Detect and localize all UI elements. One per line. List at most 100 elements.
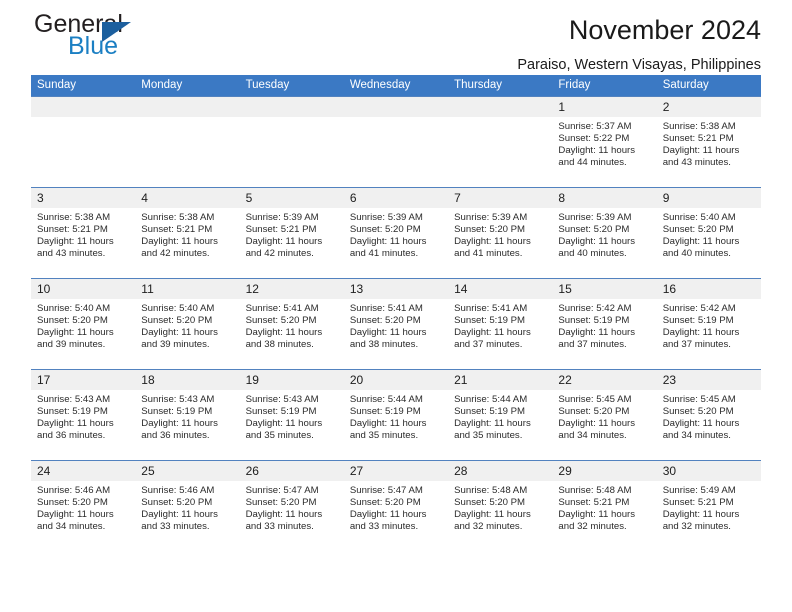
daylight-text: Daylight: 11 hours and 43 minutes. (662, 145, 740, 169)
calendar-day-cell[interactable]: 9 Sunrise: 5:40 AM Sunset: 5:20 PM Daylight… (656, 187, 761, 279)
calendar-week-row: 10 Sunrise: 5:40 AM Sunset: 5:20 PM Dayligh… (31, 278, 761, 370)
sunset-text: Sunset: 5:19 PM (662, 315, 734, 327)
page-title: November 2024 (568, 15, 761, 45)
daylight-text: Daylight: 11 hours and 35 minutes. (349, 418, 427, 442)
sunset-text: Sunset: 5:21 PM (141, 224, 213, 236)
sunset-text: Sunset: 5:20 PM (662, 224, 734, 236)
daylight-text: Daylight: 11 hours and 43 minutes. (37, 236, 114, 260)
sunset-text: Sunset: 5:20 PM (349, 224, 421, 236)
calendar-day-cell[interactable]: 26 Sunrise: 5:47 AM Sunset: 5:20 PM Dayligh… (239, 460, 344, 551)
calendar-day-cell[interactable]: 23 Sunrise: 5:45 AM Sunset: 5:20 PM Dayligh… (656, 369, 761, 461)
day-details: Sunrise: 5:43 AM Sunset: 5:19 PM Daylight:… (135, 390, 239, 442)
daylight-text: Daylight: 11 hours and 40 minutes. (558, 236, 636, 260)
page-subtitle: Paraiso, Western Visayas, Philippines (517, 57, 761, 73)
weekday-header-sunday: Sunday (31, 75, 136, 97)
calendar-week-row: 3 Sunrise: 5:38 AM Sunset: 5:21 PM Daylight… (31, 187, 761, 279)
calendar-day-cell[interactable]: 27 Sunrise: 5:47 AM Sunset: 5:20 PM Dayligh… (343, 460, 449, 551)
day-number: 30 (656, 461, 761, 481)
calendar-day-cell[interactable]: 20 Sunrise: 5:44 AM Sunset: 5:19 PM Dayligh… (343, 369, 449, 461)
sunset-text: Sunset: 5:20 PM (245, 497, 317, 509)
sunset-text: Sunset: 5:20 PM (37, 497, 108, 509)
sunrise-text: Sunrise: 5:43 AM (245, 394, 319, 405)
day-details: Sunrise: 5:45 AM Sunset: 5:20 PM Daylight:… (552, 390, 656, 442)
calendar-day-cell[interactable]: 5 Sunrise: 5:39 AM Sunset: 5:21 PM Daylight… (239, 187, 344, 279)
page-header: General Blue November 2024 Paraiso, West… (31, 0, 761, 74)
daylight-text: Daylight: 11 hours and 32 minutes. (454, 509, 531, 533)
day-number: 13 (343, 279, 449, 299)
calendar-day-cell[interactable]: 15 Sunrise: 5:42 AM Sunset: 5:19 PM Dayligh… (552, 278, 657, 370)
title-block: November 2024 Paraiso, Western Visayas, … (517, 0, 761, 74)
calendar-day-cell[interactable]: 3 Sunrise: 5:38 AM Sunset: 5:21 PM Daylight… (31, 187, 136, 279)
sunrise-text: Sunrise: 5:47 AM (349, 485, 423, 496)
calendar-day-cell[interactable]: 19 Sunrise: 5:43 AM Sunset: 5:19 PM Dayligh… (239, 369, 344, 461)
calendar-day-cell[interactable]: 4 Sunrise: 5:38 AM Sunset: 5:21 PM Daylight… (135, 187, 240, 279)
calendar-table: Sunday Monday Tuesday Wednesday Thursday… (31, 75, 761, 551)
calendar-day-cell[interactable]: 29 Sunrise: 5:48 AM Sunset: 5:21 PM Dayligh… (552, 460, 657, 551)
sunrise-text: Sunrise: 5:42 AM (558, 303, 632, 314)
calendar-day-cell[interactable]: 28 Sunrise: 5:48 AM Sunset: 5:20 PM Dayligh… (448, 460, 553, 551)
sunset-text: Sunset: 5:21 PM (558, 497, 630, 509)
day-details: Sunrise: 5:41 AM Sunset: 5:20 PM Daylight:… (344, 299, 448, 351)
daylight-text: Daylight: 11 hours and 41 minutes. (454, 236, 531, 260)
calendar-day-cell[interactable]: 18 Sunrise: 5:43 AM Sunset: 5:19 PM Dayligh… (135, 369, 240, 461)
calendar-day-cell[interactable]: 25 Sunrise: 5:46 AM Sunset: 5:20 PM Dayligh… (135, 460, 240, 551)
sunrise-text: Sunrise: 5:40 AM (141, 303, 215, 314)
day-number: 4 (135, 188, 240, 208)
day-number: 11 (135, 279, 240, 299)
weekday-header-wednesday: Wednesday (343, 75, 449, 97)
sunrise-text: Sunrise: 5:41 AM (454, 303, 528, 314)
day-details: Sunrise: 5:40 AM Sunset: 5:20 PM Daylight:… (657, 208, 761, 260)
day-number: 15 (552, 279, 657, 299)
calendar-day-cell[interactable]: 12 Sunrise: 5:41 AM Sunset: 5:20 PM Dayligh… (239, 278, 344, 370)
day-number: 24 (31, 461, 136, 481)
day-number: 28 (448, 461, 553, 481)
daylight-text: Daylight: 11 hours and 32 minutes. (558, 509, 636, 533)
day-number: 10 (31, 279, 136, 299)
daylight-text: Daylight: 11 hours and 44 minutes. (558, 145, 636, 169)
sunset-text: Sunset: 5:19 PM (454, 406, 526, 418)
calendar-day-cell[interactable]: 11 Sunrise: 5:40 AM Sunset: 5:20 PM Dayligh… (135, 278, 240, 370)
sunrise-text: Sunrise: 5:49 AM (662, 485, 736, 496)
day-details: Sunrise: 5:39 AM Sunset: 5:21 PM Daylight:… (240, 208, 344, 260)
calendar-day-cell[interactable]: 14 Sunrise: 5:41 AM Sunset: 5:19 PM Dayligh… (448, 278, 553, 370)
day-number: 22 (552, 370, 657, 390)
sunrise-text: Sunrise: 5:44 AM (454, 394, 528, 405)
day-number: 9 (656, 188, 761, 208)
day-number: 8 (552, 188, 657, 208)
daylight-text: Daylight: 11 hours and 42 minutes. (245, 236, 323, 260)
calendar-day-cell-empty (343, 96, 449, 188)
calendar-day-cell[interactable]: 7 Sunrise: 5:39 AM Sunset: 5:20 PM Daylight… (448, 187, 553, 279)
day-number: 26 (239, 461, 344, 481)
calendar-day-cell[interactable]: 30 Sunrise: 5:49 AM Sunset: 5:21 PM Dayligh… (656, 460, 761, 551)
calendar-day-cell[interactable]: 1 Sunrise: 5:37 AM Sunset: 5:22 PM Daylight… (552, 96, 657, 188)
sunset-text: Sunset: 5:19 PM (558, 315, 630, 327)
calendar-day-cell[interactable]: 6 Sunrise: 5:39 AM Sunset: 5:20 PM Daylight… (343, 187, 449, 279)
calendar-day-cell[interactable]: 22 Sunrise: 5:45 AM Sunset: 5:20 PM Dayligh… (552, 369, 657, 461)
day-details: Sunrise: 5:41 AM Sunset: 5:19 PM Daylight:… (448, 299, 552, 351)
day-details: Sunrise: 5:39 AM Sunset: 5:20 PM Daylight:… (448, 208, 552, 260)
day-details: Sunrise: 5:44 AM Sunset: 5:19 PM Daylight:… (344, 390, 448, 442)
sunrise-text: Sunrise: 5:39 AM (349, 212, 423, 223)
calendar-day-cell[interactable]: 10 Sunrise: 5:40 AM Sunset: 5:20 PM Dayligh… (31, 278, 136, 370)
calendar-day-cell[interactable]: 17 Sunrise: 5:43 AM Sunset: 5:19 PM Dayligh… (31, 369, 136, 461)
day-number: 14 (448, 279, 553, 299)
day-number: 16 (656, 279, 761, 299)
daylight-text: Daylight: 11 hours and 36 minutes. (141, 418, 218, 442)
daylight-text: Daylight: 11 hours and 35 minutes. (454, 418, 531, 442)
calendar-day-cell[interactable]: 2 Sunrise: 5:38 AM Sunset: 5:21 PM Daylight… (656, 96, 761, 188)
calendar-day-cell[interactable]: 16 Sunrise: 5:42 AM Sunset: 5:19 PM Dayligh… (656, 278, 761, 370)
general-blue-logo[interactable]: General Blue (34, 10, 264, 68)
day-number: 3 (31, 188, 136, 208)
sunrise-text: Sunrise: 5:45 AM (662, 394, 736, 405)
calendar-day-cell[interactable]: 24 Sunrise: 5:46 AM Sunset: 5:20 PM Dayligh… (31, 460, 136, 551)
sunset-text: Sunset: 5:20 PM (349, 497, 421, 509)
calendar-day-cell[interactable]: 13 Sunrise: 5:41 AM Sunset: 5:20 PM Dayligh… (343, 278, 449, 370)
sunset-text: Sunset: 5:19 PM (349, 406, 421, 418)
sunrise-text: Sunrise: 5:40 AM (37, 303, 111, 314)
sunrise-text: Sunrise: 5:43 AM (141, 394, 215, 405)
day-number (448, 97, 553, 117)
calendar-day-cell[interactable]: 21 Sunrise: 5:44 AM Sunset: 5:19 PM Dayligh… (448, 369, 553, 461)
calendar-day-cell[interactable]: 8 Sunrise: 5:39 AM Sunset: 5:20 PM Daylight… (552, 187, 657, 279)
sunrise-text: Sunrise: 5:46 AM (37, 485, 111, 496)
sunrise-text: Sunrise: 5:39 AM (454, 212, 528, 223)
